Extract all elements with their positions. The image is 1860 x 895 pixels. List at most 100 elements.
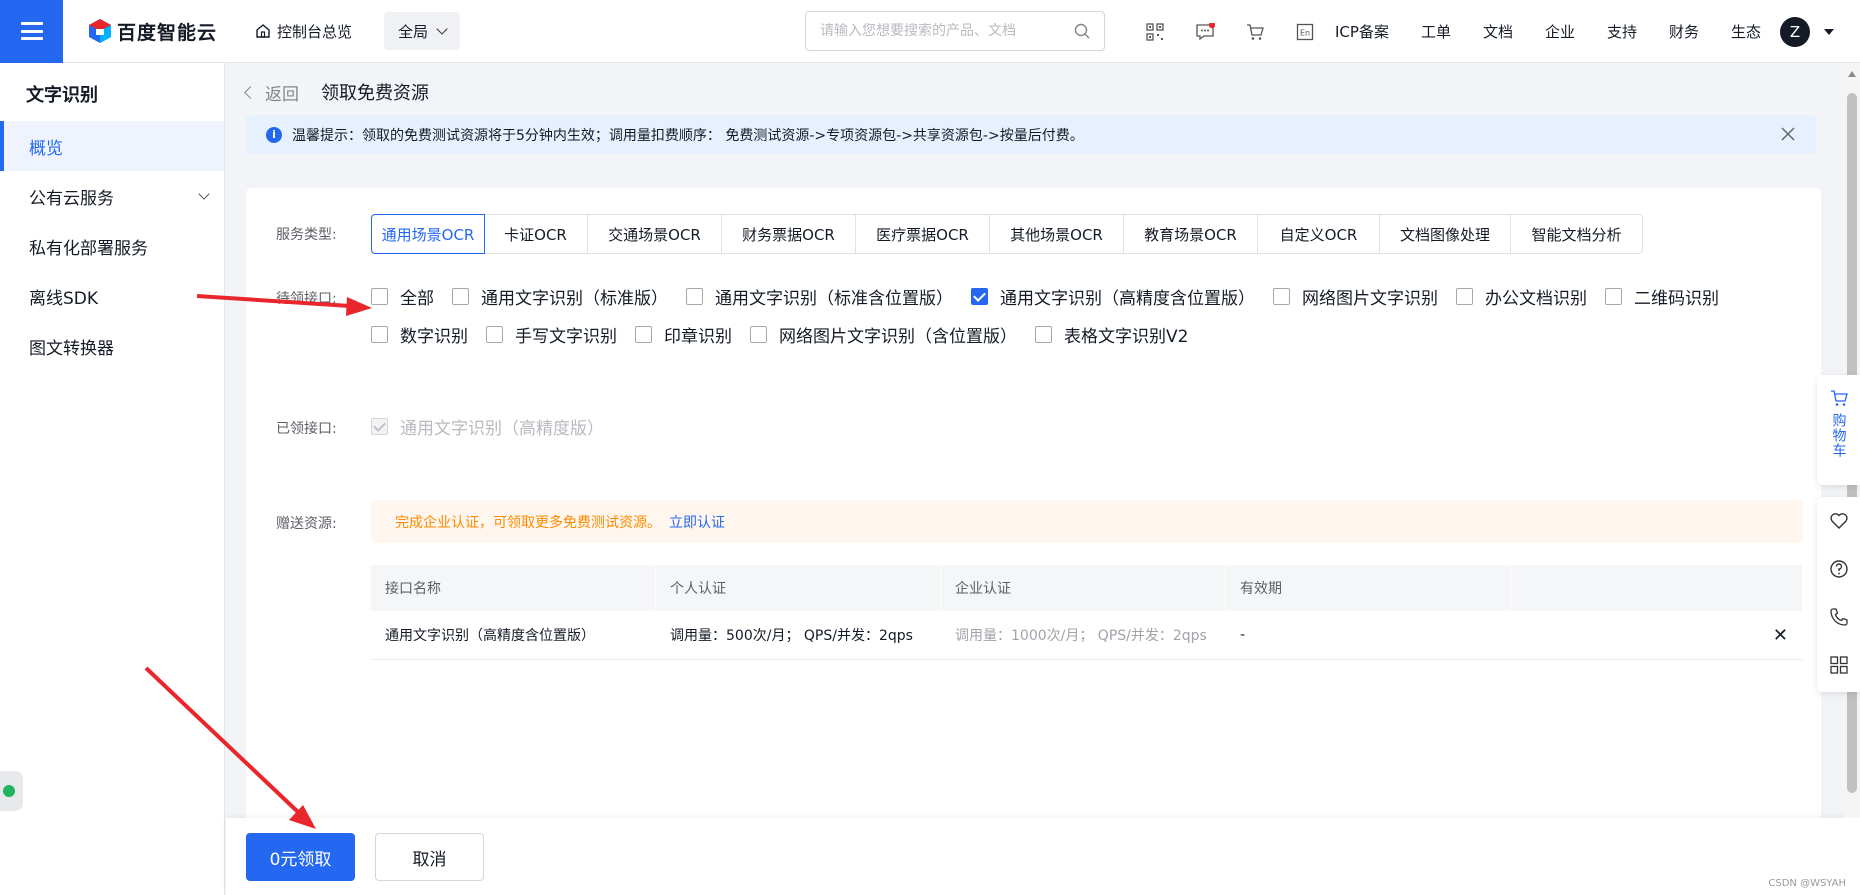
notice-banner: i 温馨提示：领取的免费测试资源将于5分钟内生效；调用量扣费顺序： 免费测试资源… <box>246 115 1816 154</box>
tab-smart-doc[interactable]: 智能文档分析 <box>1511 215 1642 253</box>
checkbox-box[interactable] <box>452 288 469 305</box>
tab-doc-image[interactable]: 文档图像处理 <box>1380 215 1511 253</box>
checkbox-table-v2[interactable]: 表格文字识别V2 <box>1035 322 1188 347</box>
caret-down-icon[interactable] <box>1824 29 1834 35</box>
floating-cart-button[interactable]: 购物车 <box>1817 375 1860 485</box>
checkbox-all[interactable]: 全部 <box>371 284 434 309</box>
checkbox-claimed-accurate: 通用文字识别（高精度版） <box>371 414 604 439</box>
checkbox-qrcode[interactable]: 二维码识别 <box>1605 284 1719 309</box>
apps-button[interactable] <box>1817 641 1860 689</box>
back-label: 返回 <box>265 84 299 105</box>
checkbox-box[interactable] <box>635 326 652 343</box>
sidebar-item-public-cloud[interactable]: 公有云服务 <box>0 171 224 221</box>
status-dot-icon <box>2 785 15 797</box>
cloud-logo-icon <box>89 19 111 43</box>
message-button[interactable] <box>1180 0 1230 63</box>
phone-button[interactable] <box>1817 593 1860 641</box>
checkbox-box[interactable] <box>1456 288 1473 305</box>
scroll-up-icon[interactable] <box>1848 71 1856 77</box>
checkbox-general-standard-location[interactable]: 通用文字识别（标准含位置版） <box>686 284 953 309</box>
checkbox-label: 表格文字识别V2 <box>1064 327 1189 347</box>
checkbox-general-accurate-location[interactable]: 通用文字识别（高精度含位置版） <box>971 284 1255 309</box>
claim-free-button[interactable]: 0元领取 <box>246 833 355 881</box>
checkbox-box-checked[interactable] <box>971 288 988 305</box>
checkbox-box[interactable] <box>750 326 767 343</box>
region-selector[interactable]: 全局 <box>384 12 461 50</box>
sidebar-item-image-converter[interactable]: 图文转换器 <box>0 321 224 371</box>
search-icon[interactable] <box>1074 23 1090 39</box>
sidebar-item-private-deploy[interactable]: 私有化部署服务 <box>0 221 224 271</box>
tab-education-ocr[interactable]: 教育场景OCR <box>1124 215 1258 253</box>
svg-text:En: En <box>1300 28 1310 37</box>
table-cell: 通用文字识别（高精度含位置版） <box>385 628 595 644</box>
checkbox-label: 网络图片文字识别（含位置版） <box>779 327 1017 347</box>
cancel-button[interactable]: 取消 <box>375 833 484 881</box>
tab-traffic-ocr[interactable]: 交通场景OCR <box>588 215 722 253</box>
docs-link[interactable]: 文档 <box>1483 21 1513 42</box>
checkbox-box[interactable] <box>1273 288 1290 305</box>
pending-label: 待领接口: <box>276 291 337 307</box>
remove-row-icon[interactable]: ✕ <box>1773 625 1788 646</box>
brand-logo[interactable]: 百度智能云 <box>87 18 217 45</box>
menu-button[interactable] <box>0 0 63 63</box>
language-button[interactable]: En <box>1280 0 1330 63</box>
table-cell: - <box>1240 627 1246 643</box>
chevron-left-icon <box>244 85 257 99</box>
table-header-cell <box>1511 565 1803 611</box>
enterprise-link[interactable]: 企业 <box>1545 21 1575 42</box>
checkbox-handwriting[interactable]: 手写文字识别 <box>486 322 617 347</box>
checkbox-general-standard[interactable]: 通用文字识别（标准版） <box>452 284 668 309</box>
checkbox-label: 二维码识别 <box>1634 289 1719 309</box>
verify-now-link[interactable]: 立即认证 <box>669 512 725 532</box>
help-button[interactable] <box>1817 545 1860 593</box>
checkbox-label: 全部 <box>400 289 434 309</box>
checkbox-label: 通用文字识别（标准版） <box>481 289 668 309</box>
main-content: 返回 领取免费资源 i 温馨提示：领取的免费测试资源将于5分钟内生效；调用量扣费… <box>226 63 1860 895</box>
cart-button[interactable] <box>1230 0 1280 63</box>
checkbox-label: 印章识别 <box>664 327 732 347</box>
checkbox-box[interactable] <box>486 326 503 343</box>
checkbox-box[interactable] <box>686 288 703 305</box>
apps-icon <box>1829 656 1848 674</box>
sidebar-item-label: 私有化部署服务 <box>29 238 148 259</box>
checkbox-numbers[interactable]: 数字识别 <box>371 322 468 347</box>
claimed-label: 已领接口: <box>276 421 337 437</box>
checkbox-box[interactable] <box>371 288 388 305</box>
sidebar-item-offline-sdk[interactable]: 离线SDK <box>0 271 224 321</box>
checkbox-box[interactable] <box>371 326 388 343</box>
checkbox-box[interactable] <box>1035 326 1052 343</box>
floating-assistant-handle[interactable] <box>0 771 23 811</box>
cart-icon <box>1830 390 1848 406</box>
checkbox-web-image[interactable]: 网络图片文字识别 <box>1273 284 1438 309</box>
close-icon[interactable] <box>1778 124 1798 144</box>
page-header: 返回 领取免费资源 <box>244 79 429 105</box>
checkbox-label: 手写文字识别 <box>515 327 617 347</box>
console-home-link[interactable]: 控制台总览 <box>255 21 352 42</box>
checkbox-label: 网络图片文字识别 <box>1302 289 1438 309</box>
tab-finance-ocr[interactable]: 财务票据OCR <box>722 215 856 253</box>
tab-custom-ocr[interactable]: 自定义OCR <box>1258 215 1380 253</box>
sidebar-item-overview[interactable]: 概览 <box>0 121 224 171</box>
tab-general-ocr[interactable]: 通用场景OCR <box>371 214 485 254</box>
finance-link[interactable]: 财务 <box>1669 21 1699 42</box>
claim-form-panel: 服务类型: 通用场景OCR 卡证OCR 交通场景OCR 财务票据OCR 医疗票据… <box>246 188 1821 828</box>
ecosystem-link[interactable]: 生态 <box>1731 21 1761 42</box>
tab-medical-ocr[interactable]: 医疗票据OCR <box>856 215 990 253</box>
ticket-link[interactable]: 工单 <box>1421 21 1451 42</box>
tab-card-ocr[interactable]: 卡证OCR <box>484 215 588 253</box>
qrcode-button[interactable] <box>1130 0 1180 63</box>
back-link[interactable]: 返回 <box>244 80 299 105</box>
avatar[interactable]: Z <box>1780 17 1810 47</box>
checkbox-box[interactable] <box>1605 288 1622 305</box>
tab-other-ocr[interactable]: 其他场景OCR <box>990 215 1124 253</box>
icp-link[interactable]: ICP备案 <box>1335 21 1389 42</box>
checkbox-web-image-location[interactable]: 网络图片文字识别（含位置版） <box>750 322 1017 347</box>
favorite-icon <box>1829 513 1848 529</box>
checkbox-seal[interactable]: 印章识别 <box>635 322 732 347</box>
search-input[interactable] <box>820 23 1074 39</box>
service-type-tabs: 通用场景OCR 卡证OCR 交通场景OCR 财务票据OCR 医疗票据OCR 其他… <box>371 214 1643 254</box>
favorite-button[interactable] <box>1817 497 1860 545</box>
checkbox-office-doc[interactable]: 办公文档识别 <box>1456 284 1587 309</box>
info-icon: i <box>266 126 282 143</box>
support-link[interactable]: 支持 <box>1607 21 1637 42</box>
